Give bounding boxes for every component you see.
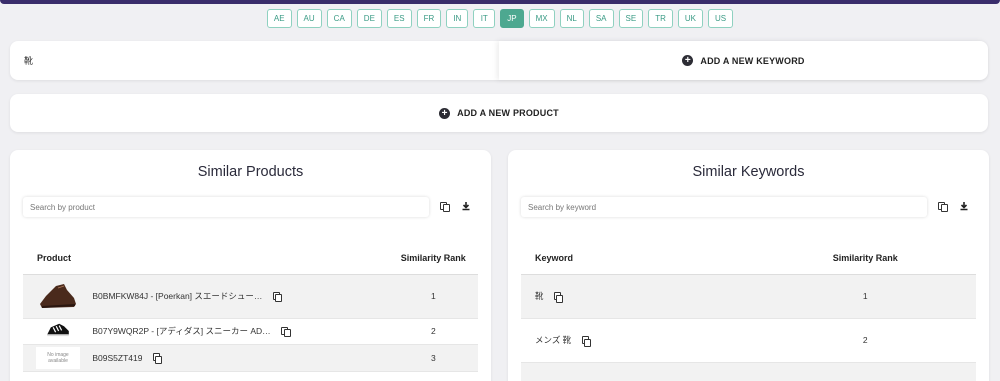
- country-es[interactable]: ES: [386, 9, 412, 28]
- keyword-text[interactable]: 靴: [535, 291, 544, 301]
- column-header-rank[interactable]: Similarity Rank: [754, 242, 976, 275]
- copy-icon[interactable]: [553, 292, 564, 303]
- keyword-text[interactable]: メンズ 靴: [535, 335, 571, 345]
- product-search-input[interactable]: [23, 197, 429, 217]
- similarity-rank: 1: [388, 274, 478, 319]
- country-nl[interactable]: NL: [559, 9, 584, 28]
- copy-icon[interactable]: [272, 291, 283, 302]
- copy-icon[interactable]: [936, 201, 948, 213]
- copy-icon[interactable]: [152, 353, 163, 364]
- country-us[interactable]: US: [707, 9, 734, 28]
- product-image: [40, 284, 76, 308]
- table-row: B0BMFKW84J - [Poerkan] スエードシュー… 1: [23, 274, 478, 319]
- table-row: B07Y9WQR2P - [アディダス] スニーカー AD… 2: [23, 318, 478, 345]
- country-jp[interactable]: JP: [500, 9, 524, 28]
- keyword-bar: 靴 + ADD A NEW KEYWORD: [10, 41, 988, 80]
- table-row: No image available B09S5ZT419 3: [23, 344, 478, 372]
- current-keyword[interactable]: 靴: [10, 41, 499, 80]
- country-uk[interactable]: UK: [677, 9, 703, 28]
- country-fr[interactable]: FR: [416, 9, 442, 28]
- country-de[interactable]: DE: [356, 9, 382, 28]
- product-name[interactable]: B09S5ZT419: [92, 353, 142, 363]
- table-row: 靴 1: [521, 274, 976, 319]
- country-tr[interactable]: TR: [648, 9, 673, 28]
- download-icon[interactable]: [958, 201, 970, 213]
- panel-title: Similar Products: [197, 164, 304, 180]
- add-keyword-button[interactable]: + ADD A NEW KEYWORD: [499, 41, 988, 80]
- country-in[interactable]: IN: [446, 9, 469, 28]
- panel-title: Similar Keywords: [692, 164, 805, 180]
- column-header-keyword[interactable]: Keyword: [521, 242, 755, 275]
- country-se[interactable]: SE: [618, 9, 644, 28]
- similarity-rank: 3: [388, 344, 478, 372]
- similarity-rank: 2: [754, 318, 976, 363]
- copy-icon[interactable]: [581, 336, 592, 347]
- similar-keywords-panel: Similar Keywords Keyword Similarity Rank…: [508, 150, 989, 381]
- no-image-placeholder: No image available: [36, 346, 80, 369]
- country-sa[interactable]: SA: [588, 9, 614, 28]
- top-bar: [0, 0, 1000, 4]
- table-row: メンズ 靴 2: [521, 318, 976, 363]
- add-product-button[interactable]: + ADD A NEW PRODUCT: [10, 94, 988, 132]
- country-it[interactable]: IT: [473, 9, 496, 28]
- country-au[interactable]: AU: [296, 9, 322, 28]
- similar-products-table: Product Similarity Rank B0BMFKW84J - [Po…: [23, 242, 478, 372]
- country-ca[interactable]: CA: [326, 9, 352, 28]
- add-product-label: ADD A NEW PRODUCT: [457, 108, 559, 118]
- table-row: [521, 362, 976, 381]
- column-header-rank[interactable]: Similarity Rank: [388, 242, 478, 275]
- similarity-rank: 2: [388, 318, 478, 345]
- product-name[interactable]: B07Y9WQR2P - [アディダス] スニーカー AD…: [92, 325, 270, 337]
- column-header-product[interactable]: Product: [23, 242, 389, 275]
- product-image: [47, 323, 69, 337]
- download-icon[interactable]: [460, 201, 472, 213]
- product-name[interactable]: B0BMFKW84J - [Poerkan] スエードシュー…: [92, 290, 262, 302]
- country-ae[interactable]: AE: [266, 9, 292, 28]
- similar-keywords-table: Keyword Similarity Rank 靴 1 メンズ 靴 2: [521, 242, 976, 381]
- add-keyword-label: ADD A NEW KEYWORD: [700, 55, 805, 66]
- copy-icon[interactable]: [438, 201, 450, 213]
- similar-products-panel: Similar Products Product Similarity Rank…: [10, 150, 491, 381]
- country-selector: AE AU CA DE ES FR IN IT JP MX NL SA SE T…: [0, 9, 1000, 28]
- similarity-rank: 1: [754, 274, 976, 319]
- plus-circle-icon: +: [439, 107, 451, 119]
- copy-icon[interactable]: [281, 326, 291, 337]
- keyword-search-input[interactable]: [521, 197, 927, 217]
- plus-circle-icon: +: [682, 55, 694, 66]
- country-mx[interactable]: MX: [528, 9, 555, 28]
